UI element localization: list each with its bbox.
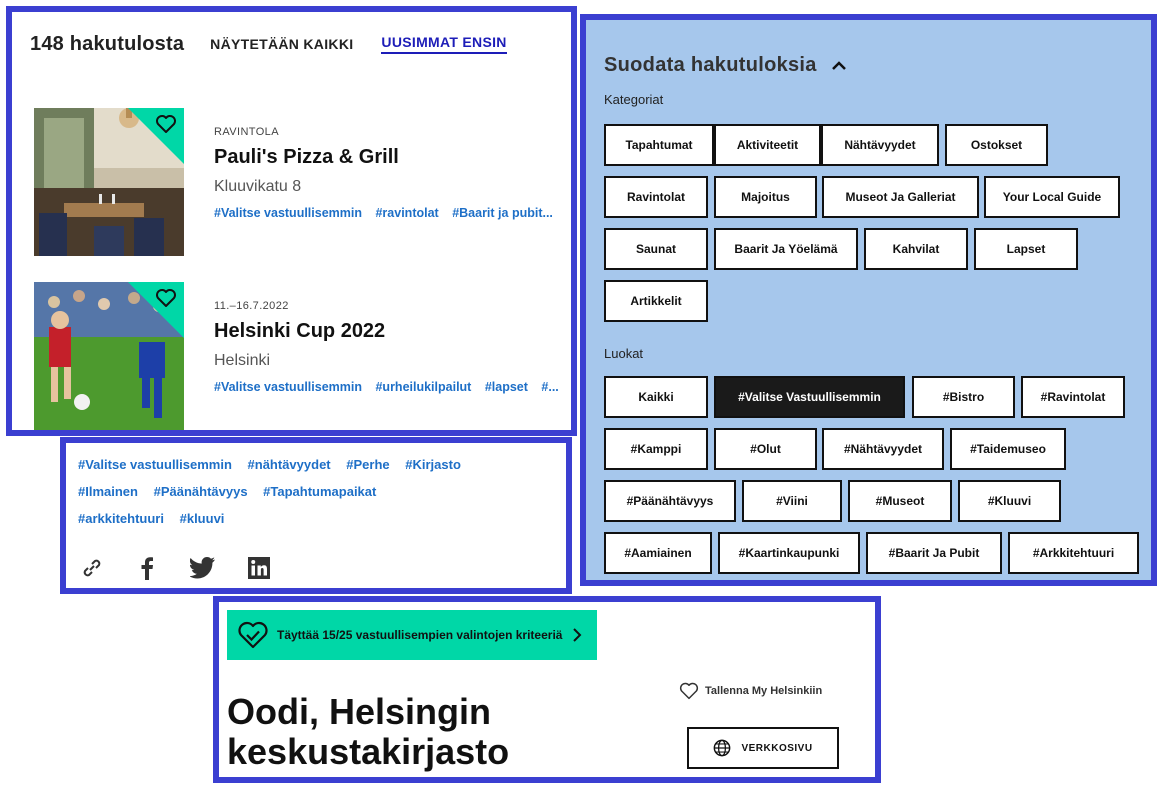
result-card[interactable]: 11.–16.7.2022 Helsinki Cup 2022 Helsinki… <box>34 282 571 430</box>
category-chip[interactable]: Ravintolat <box>604 176 708 218</box>
chevron-right-icon <box>573 628 582 642</box>
tag-link[interactable]: #nähtävyydet <box>248 457 331 472</box>
detail-panel: Täyttää 15/25 vastuullisempien valintoje… <box>213 596 881 783</box>
class-chip[interactable]: Kaikki <box>604 376 708 418</box>
website-button[interactable]: VERKKOSIVU <box>687 727 839 769</box>
class-chip[interactable]: #Viini <box>742 480 842 522</box>
tag-link[interactable]: #Baarit ja pubit... <box>452 206 553 220</box>
show-all-toggle[interactable]: NÄYTETÄÄN KAIKKI <box>210 36 353 52</box>
categories-label: Kategoriat <box>604 92 664 107</box>
category-chip[interactable]: Saunat <box>604 228 708 270</box>
category-chip[interactable]: Lapset <box>974 228 1078 270</box>
card-location: Kluuvikatu 8 <box>214 178 302 195</box>
category-chip[interactable]: Tapahtumat <box>604 124 714 166</box>
results-header: 148 hakutulosta NÄYTETÄÄN KAIKKI UUSIMMA… <box>30 28 559 60</box>
tag-link[interactable]: #arkkitehtuuri <box>78 511 164 526</box>
card-tags: #Valitse vastuullisemmin #urheilukilpail… <box>214 380 569 394</box>
tag-link[interactable]: #ravintolat <box>375 206 438 220</box>
page-title: Oodi, Helsingin keskustakirjasto <box>227 691 510 772</box>
event-image[interactable] <box>34 282 184 430</box>
card-title[interactable]: Pauli's Pizza & Grill <box>214 146 399 169</box>
tag-link[interactable]: #kluuvi <box>180 511 225 526</box>
category-chip[interactable]: Majoitus <box>714 176 817 218</box>
globe-icon <box>714 739 731 757</box>
category-chip[interactable]: Kahvilat <box>864 228 968 270</box>
sort-newest-link[interactable]: UUSIMMAT ENSIN <box>381 34 507 54</box>
class-chip[interactable]: #Bistro <box>912 376 1015 418</box>
category-chip[interactable]: Aktiviteetit <box>714 124 821 166</box>
linkedin-icon[interactable] <box>248 557 270 579</box>
heart-icon <box>679 682 699 700</box>
category-chip[interactable]: Ostokset <box>945 124 1048 166</box>
classes-label: Luokat <box>604 346 644 361</box>
class-chip[interactable]: #Museot <box>848 480 952 522</box>
tag-link[interactable]: #Kirjasto <box>405 457 461 472</box>
card-category: RAVINTOLA <box>214 126 279 138</box>
twitter-icon[interactable] <box>190 557 216 579</box>
tag-link[interactable]: #lapset <box>485 380 528 394</box>
filter-title-text: Suodata hakutuloksia <box>604 54 817 76</box>
link-icon[interactable] <box>80 556 104 580</box>
category-chip[interactable]: Nähtävyydet <box>821 124 939 166</box>
class-chip[interactable]: #Taidemuseo <box>950 428 1066 470</box>
criteria-banner[interactable]: Täyttää 15/25 vastuullisempien valintoje… <box>227 610 597 660</box>
save-label: Tallenna My Helsinkiin <box>705 685 823 697</box>
tag-link[interactable]: #... <box>541 380 558 394</box>
tag-list: #Valitse vastuullisemmin #nähtävyydet #P… <box>78 451 548 532</box>
class-chip[interactable]: #Kluuvi <box>958 480 1061 522</box>
class-chip[interactable]: #Kaartinkaupunki <box>718 532 860 574</box>
class-chip[interactable]: #Olut <box>714 428 817 470</box>
criteria-text: Täyttää 15/25 vastuullisempien valintoje… <box>277 628 563 642</box>
filter-title[interactable]: Suodata hakutuloksia <box>604 54 847 77</box>
website-label: VERKKOSIVU <box>741 742 813 754</box>
card-date: 11.–16.7.2022 <box>214 300 289 312</box>
tag-link[interactable]: #Päänähtävyys <box>154 484 248 499</box>
class-chip[interactable]: #Ravintolat <box>1021 376 1125 418</box>
tag-link[interactable]: #Ilmainen <box>78 484 138 499</box>
tag-link[interactable]: #Perhe <box>346 457 389 472</box>
card-tags: #Valitse vastuullisemmin #ravintolat #Ba… <box>214 206 563 220</box>
tag-link[interactable]: #Valitse vastuullisemmin <box>214 380 362 394</box>
class-chip[interactable]: #Päänähtävyys <box>604 480 736 522</box>
class-chip[interactable]: #Baarit Ja Pubit <box>866 532 1002 574</box>
save-button[interactable]: Tallenna My Helsinkiin <box>679 682 822 700</box>
filter-panel: Suodata hakutuloksia Kategoriat Tapahtum… <box>580 14 1157 586</box>
facebook-icon[interactable] <box>136 556 158 580</box>
category-chip[interactable]: Your Local Guide <box>984 176 1120 218</box>
search-results-panel: 148 hakutulosta NÄYTETÄÄN KAIKKI UUSIMMA… <box>6 6 577 436</box>
result-card[interactable]: RAVINTOLA Pauli's Pizza & Grill Kluuvika… <box>34 108 571 256</box>
tag-link[interactable]: #urheilukilpailut <box>375 380 471 394</box>
category-chip[interactable]: Museot Ja Galleriat <box>822 176 979 218</box>
tag-link[interactable]: #Valitse vastuullisemmin <box>214 206 362 220</box>
chevron-up-icon[interactable] <box>831 60 847 71</box>
class-chip[interactable]: #Nähtävyydet <box>822 428 944 470</box>
class-chip[interactable]: #Kamppi <box>604 428 708 470</box>
tag-link[interactable]: #Valitse vastuullisemmin <box>78 457 232 472</box>
results-count: 148 hakutulosta <box>30 32 185 55</box>
heart-icon[interactable] <box>154 112 178 136</box>
restaurant-image[interactable] <box>34 108 184 256</box>
class-chip-active[interactable]: #Valitse Vastuullisemmin <box>714 376 905 418</box>
category-chip[interactable]: Baarit Ja Yöelämä <box>714 228 858 270</box>
tag-link[interactable]: #Tapahtumapaikat <box>263 484 376 499</box>
share-bar <box>80 556 270 580</box>
card-title[interactable]: Helsinki Cup 2022 <box>214 320 385 343</box>
card-location: Helsinki <box>214 352 271 369</box>
class-chip[interactable]: #Arkkitehtuuri <box>1008 532 1139 574</box>
heart-icon[interactable] <box>154 286 178 310</box>
tags-share-panel: #Valitse vastuullisemmin #nähtävyydet #P… <box>60 437 572 594</box>
heart-check-icon <box>238 621 268 649</box>
class-chip[interactable]: #Aamiainen <box>604 532 712 574</box>
category-chip[interactable]: Artikkelit <box>604 280 708 322</box>
